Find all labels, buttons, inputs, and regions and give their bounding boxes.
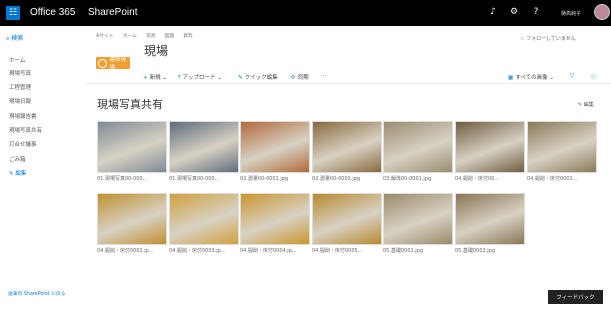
breadcrumb-item[interactable]: 図面: [165, 34, 175, 39]
view-selector[interactable]: ▦ すべての画像 ⌄: [508, 73, 554, 81]
gear-icon[interactable]: ⚙: [508, 7, 520, 17]
upload-button[interactable]: ⤒ アップロード ⌄: [178, 73, 222, 82]
nav-item[interactable]: 現場日報: [9, 97, 31, 105]
photo-caption[interactable]: 01.現場写真00-000...: [169, 175, 241, 182]
photo-caption[interactable]: 02.測量00-0002.jpg: [312, 175, 384, 182]
sync-icon: ⟳: [291, 75, 296, 81]
photo-caption[interactable]: 04.掘削・床付00...: [455, 175, 527, 182]
nav-item[interactable]: 現場写真共有: [9, 126, 42, 134]
nav-edit-link[interactable]: ✎ 編集: [9, 169, 26, 177]
command-bar: + 新規 ⌄ ⤒ アップロード ⌄ ✎ クイック編集 ⟳ 同期 ⋯ ▦ すべての画像 ⌄ …: [86, 70, 611, 84]
photo-caption[interactable]: 04.掘削・床付0005...: [312, 247, 384, 254]
upload-icon: ⤒: [178, 75, 181, 81]
bell-icon[interactable]: ♪: [487, 7, 499, 17]
photo-caption[interactable]: 03.解体00-0001.jpg: [383, 175, 455, 182]
library-edit-label: 編集: [583, 102, 594, 108]
site-logo[interactable]: 建設現場: [96, 57, 130, 71]
office365-title[interactable]: Office 365: [30, 7, 75, 18]
search-label: 検索: [11, 35, 24, 42]
follow-label: フォローしていません: [526, 36, 576, 42]
nav-item[interactable]: 打合せ議事: [9, 140, 37, 148]
photo-caption[interactable]: 04.掘削・床付0001...: [527, 175, 599, 182]
breadcrumb-item[interactable]: Aサイト: [96, 34, 114, 39]
photo-caption[interactable]: 05.基礎0001.jpg: [383, 247, 455, 254]
breadcrumb-item[interactable]: ホーム: [123, 34, 137, 39]
photo-caption[interactable]: 05.基礎0002.jpg: [455, 247, 527, 254]
photo-thumbnail[interactable]: [455, 121, 525, 173]
photo-thumbnail[interactable]: [97, 193, 167, 245]
grid-view-icon: ▦: [508, 75, 514, 81]
plus-icon: +: [143, 75, 148, 81]
follow-button[interactable]: ☆ フォローしていません: [520, 35, 576, 42]
nav-item[interactable]: ごみ箱: [9, 155, 26, 163]
feedback-button[interactable]: フィードバック: [548, 290, 603, 304]
search-box[interactable]: ⌕ 検索: [6, 33, 23, 43]
photo-caption[interactable]: 01.現場写真00-000...: [97, 175, 169, 182]
photo-thumbnail[interactable]: [240, 193, 310, 245]
library-title: 現場写真共有: [97, 98, 163, 111]
nav-item[interactable]: 工程管理: [9, 83, 31, 91]
sharepoint-title[interactable]: SharePoint: [88, 7, 137, 18]
photo-caption[interactable]: 02.測量00-0001.jpg: [240, 175, 312, 182]
photo-thumbnail[interactable]: [97, 121, 167, 173]
info-icon[interactable]: ⓘ: [591, 73, 597, 81]
upload-label: アップロード: [182, 75, 216, 81]
logo-icon: [98, 58, 107, 68]
nav-item[interactable]: 現場報告書: [9, 112, 37, 120]
suite-bar: ☷ Office 365 SharePoint ♪ ⚙ ? 樋高純子: [0, 0, 611, 26]
new-label: 新規: [149, 75, 161, 81]
photo-caption[interactable]: 04.掘削・床付0002.jp...: [97, 247, 169, 254]
breadcrumb: Aサイト ホーム 写真 図面 資料: [96, 32, 202, 39]
photo-thumbnail[interactable]: [527, 121, 597, 173]
photo-thumbnail[interactable]: [169, 193, 239, 245]
sync-button[interactable]: ⟳ 同期: [291, 73, 309, 81]
nav-item[interactable]: ホーム: [9, 56, 25, 64]
pencil-icon: ✎: [238, 75, 243, 81]
new-button[interactable]: + 新規 ⌄: [143, 73, 167, 81]
help-icon[interactable]: ?: [530, 7, 542, 17]
photo-thumbnail[interactable]: [383, 121, 453, 173]
photo-thumbnail[interactable]: [169, 121, 239, 173]
photo-caption[interactable]: 04.掘削・床付0003.jp...: [169, 247, 241, 254]
nav-item[interactable]: 現場写真: [9, 69, 31, 77]
app-launcher-icon[interactable]: ☷: [6, 6, 20, 20]
nav-edit-label: 編集: [15, 171, 27, 177]
sync-label: 同期: [297, 75, 309, 81]
quick-edit-button[interactable]: ✎ クイック編集: [238, 73, 278, 81]
view-label: すべての画像: [515, 75, 548, 81]
quickedit-label: クイック編集: [244, 75, 278, 81]
logo-text: 建設現場: [109, 57, 127, 71]
user-name[interactable]: 樋高純子: [561, 10, 581, 17]
classic-link[interactable]: 従来の SharePoint に戻る: [8, 292, 84, 298]
breadcrumb-item[interactable]: 資料: [183, 34, 193, 39]
photo-caption[interactable]: 04.掘削・床付0004.jp...: [240, 247, 312, 254]
page-title: 現場: [144, 44, 169, 58]
photo-thumbnail[interactable]: [240, 121, 310, 173]
breadcrumb-item[interactable]: 写真: [146, 34, 156, 39]
photo-thumbnail[interactable]: [312, 121, 382, 173]
photo-thumbnail[interactable]: [312, 193, 382, 245]
photo-thumbnail[interactable]: [455, 193, 525, 245]
library-edit-link[interactable]: ✎ 編集: [578, 101, 594, 108]
filter-icon[interactable]: ▽: [570, 73, 574, 79]
more-button[interactable]: ⋯: [321, 73, 327, 79]
photo-thumbnail[interactable]: [383, 193, 453, 245]
avatar[interactable]: [594, 4, 610, 20]
